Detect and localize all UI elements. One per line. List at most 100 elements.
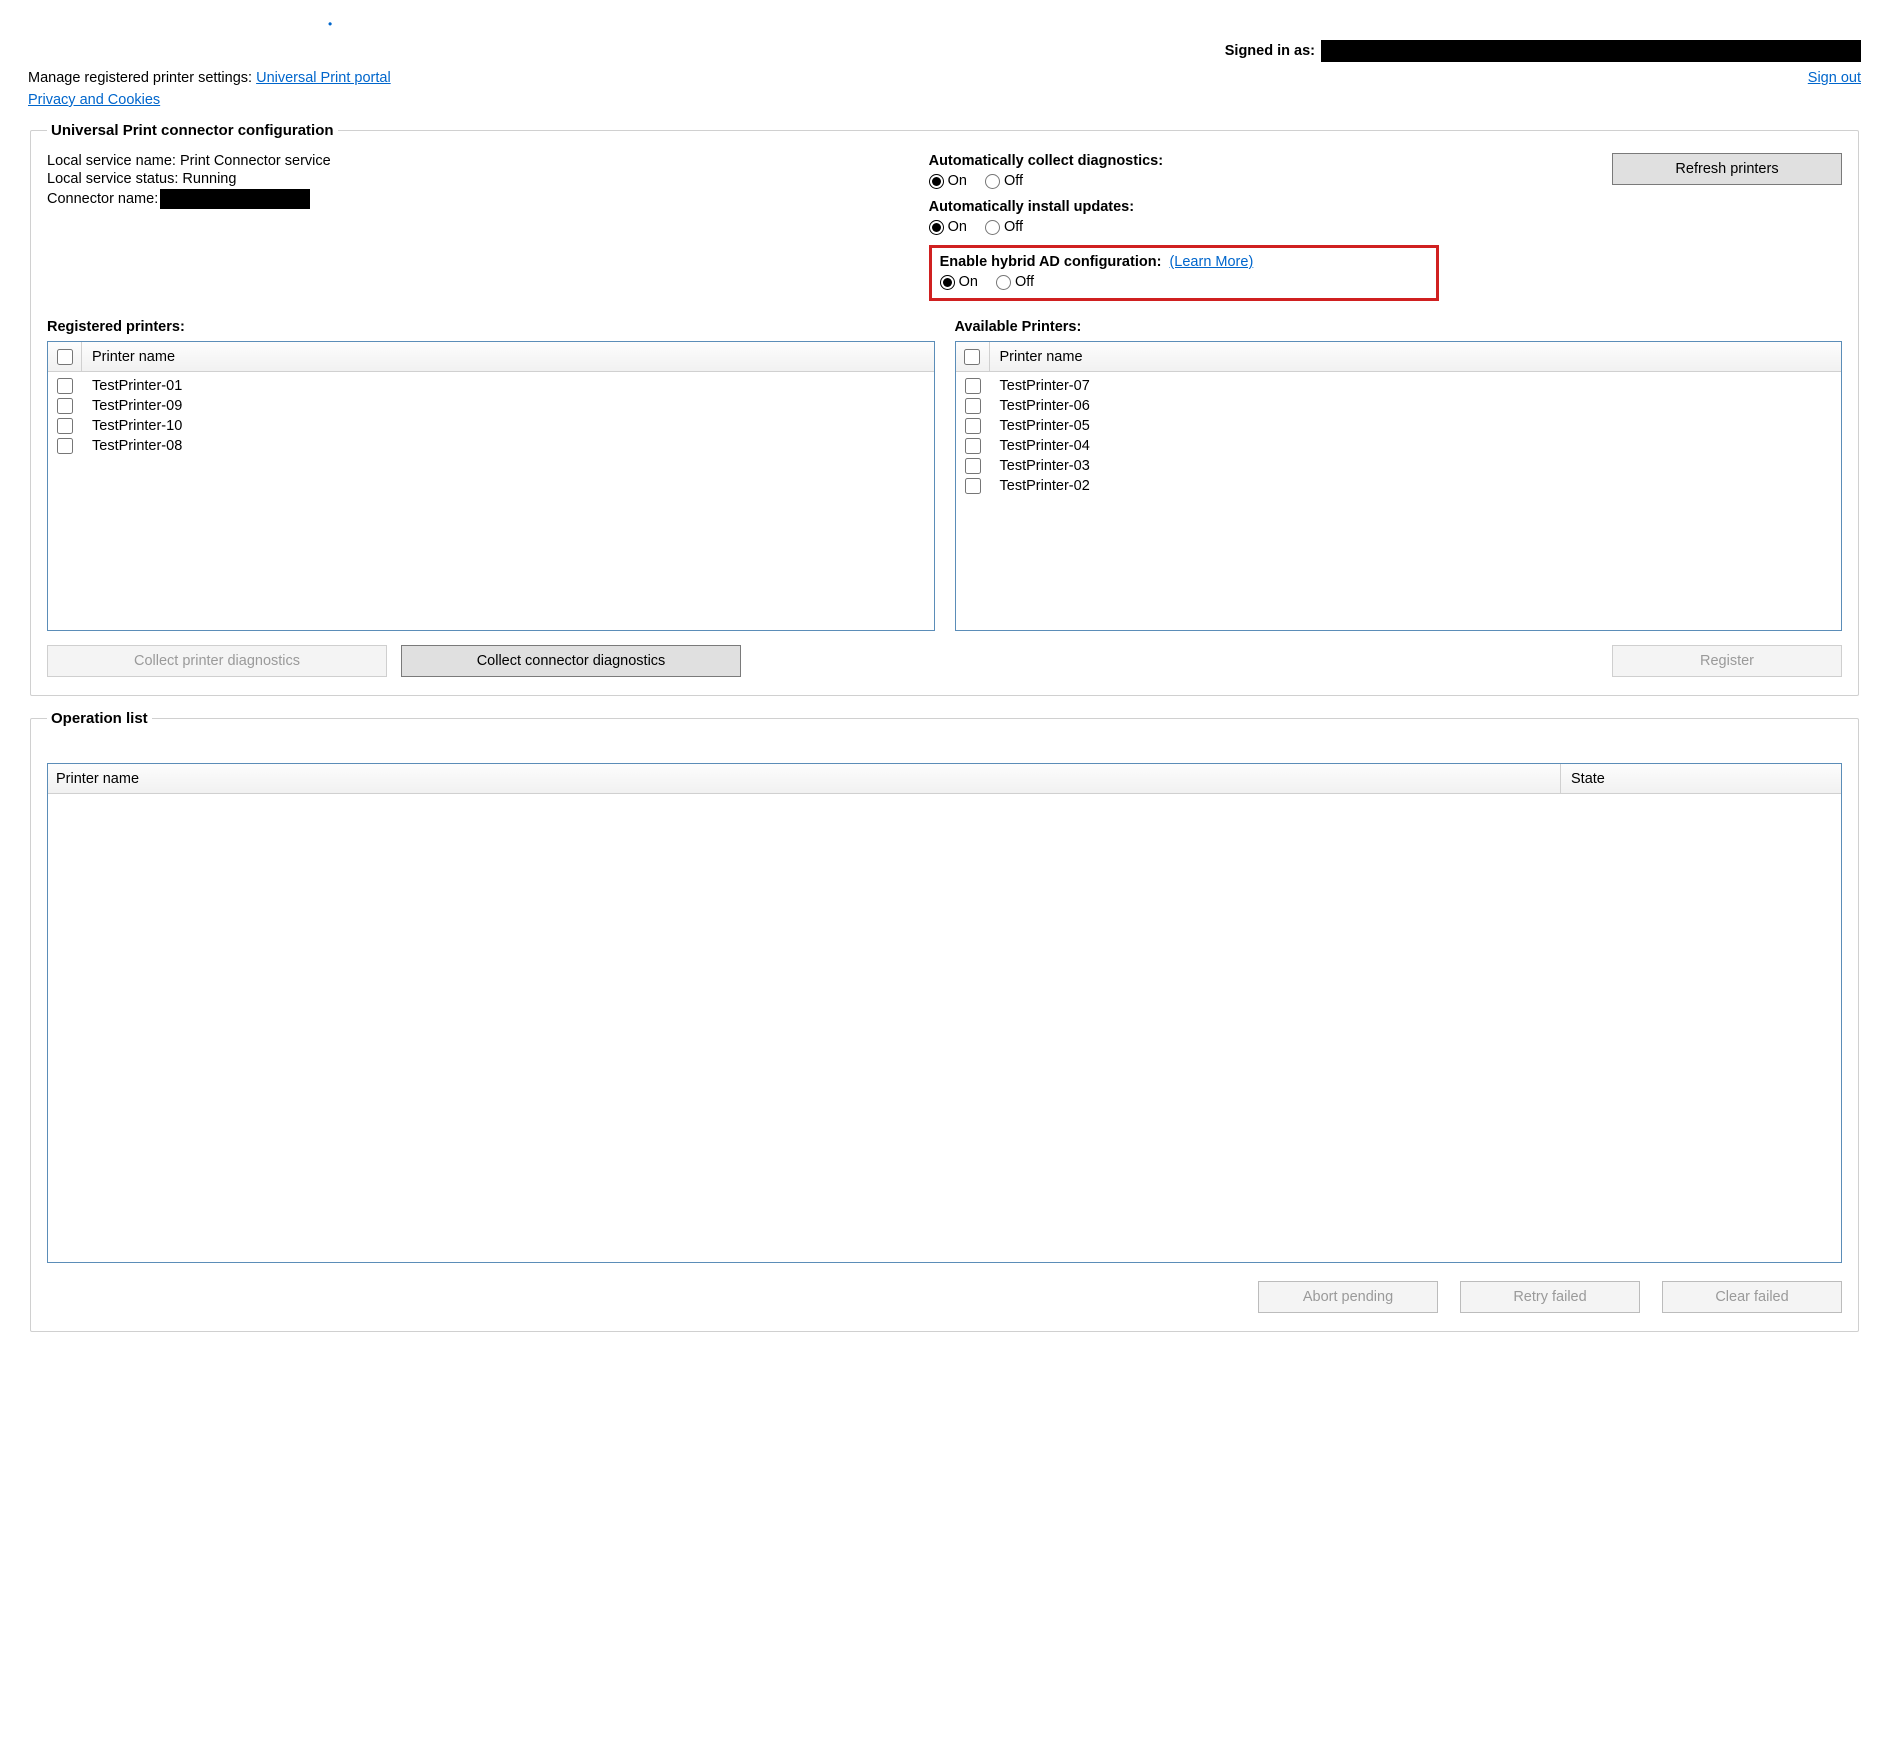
signed-in-user-redacted [1321,40,1861,62]
operation-col-state: State [1561,771,1841,787]
available-printers-column: Available Printers: Printer name TestPri… [955,319,1843,677]
list-item[interactable]: TestPrinter-06 [956,396,1842,416]
hybrid-label: Enable hybrid AD configuration: [940,254,1162,270]
updates-on-option[interactable]: On [929,219,967,235]
retry-failed-button[interactable]: Retry failed [1460,1281,1640,1313]
refresh-printers-button[interactable]: Refresh printers [1612,153,1842,185]
list-item[interactable]: TestPrinter-02 [956,476,1842,496]
available-item-checkbox[interactable] [965,438,981,454]
registered-item-checkbox[interactable] [57,398,73,414]
list-item[interactable]: TestPrinter-03 [956,456,1842,476]
collect-printer-diag-button[interactable]: Collect printer diagnostics [47,645,387,677]
operation-list-header: Printer name State [48,764,1841,794]
setting-diagnostics: Automatically collect diagnostics: On Of… [929,153,1594,189]
available-item-checkbox[interactable] [965,378,981,394]
available-select-all-checkbox[interactable] [964,349,980,365]
hybrid-off-text: Off [1015,274,1034,290]
available-list: Printer name TestPrinter-07 TestPrinter-0… [955,341,1843,631]
list-item[interactable]: TestPrinter-10 [48,416,934,436]
sub-header: Manage registered printer settings: Univ… [28,70,1861,108]
updates-on-text: On [948,219,967,235]
connector-config-fieldset: Universal Print connector configuration … [30,122,1859,696]
list-item[interactable]: TestPrinter-05 [956,416,1842,436]
operation-list-legend: Operation list [47,710,152,727]
registered-item-checkbox[interactable] [57,378,73,394]
hybrid-highlight: Enable hybrid AD configuration: (Learn M… [929,245,1439,301]
hybrid-off-radio[interactable] [996,275,1011,290]
list-item[interactable]: TestPrinter-07 [956,376,1842,396]
local-service-name-label: Local service name: [47,153,180,169]
connector-name-label: Connector name: [47,191,158,207]
clear-failed-button[interactable]: Clear failed [1662,1281,1842,1313]
list-item[interactable]: TestPrinter-08 [48,436,934,456]
available-item-checkbox[interactable] [965,458,981,474]
manage-line: Manage registered printer settings: Univ… [28,70,391,86]
connector-name-redacted [160,189,310,209]
header-row: Signed in as: [28,40,1861,62]
available-item-label: TestPrinter-06 [998,398,1090,414]
available-item-checkbox[interactable] [965,418,981,434]
available-item-checkbox[interactable] [965,478,981,494]
privacy-link[interactable]: Privacy and Cookies [28,92,391,108]
registered-item-checkbox[interactable] [57,438,73,454]
available-heading: Available Printers: [955,319,1843,335]
registered-heading: Registered printers: [47,319,935,335]
available-item-label: TestPrinter-05 [998,418,1090,434]
diag-on-text: On [948,173,967,189]
manage-prefix: Manage registered printer settings: [28,70,256,86]
registered-list: Printer name TestPrinter-01 TestPrinter-0… [47,341,935,631]
list-item[interactable]: TestPrinter-04 [956,436,1842,456]
updates-off-text: Off [1004,219,1023,235]
registered-item-label: TestPrinter-08 [90,438,182,454]
setting-updates: Automatically install updates: On Off [929,199,1594,235]
available-item-checkbox[interactable] [965,398,981,414]
available-column-name: Printer name [990,349,1842,365]
signed-in-label: Signed in as: [1225,43,1315,59]
local-service-name-value: Print Connector service [180,153,331,169]
diag-label: Automatically collect diagnostics: [929,153,1163,169]
updates-off-radio[interactable] [985,220,1000,235]
registered-item-label: TestPrinter-09 [90,398,182,414]
collect-connector-diag-button[interactable]: Collect connector diagnostics [401,645,741,677]
available-item-label: TestPrinter-04 [998,438,1090,454]
hybrid-on-option[interactable]: On [940,274,978,290]
service-info: Local service name: Print Connector serv… [47,153,909,211]
registered-select-all-checkbox[interactable] [57,349,73,365]
registered-printers-column: Registered printers: Printer name TestPr… [47,319,935,677]
list-item[interactable]: TestPrinter-01 [48,376,934,396]
diag-off-radio[interactable] [985,174,1000,189]
register-button[interactable]: Register [1612,645,1842,677]
list-item[interactable]: TestPrinter-09 [48,396,934,416]
hybrid-learn-more-link[interactable]: (Learn More) [1169,254,1253,270]
diag-off-text: Off [1004,173,1023,189]
local-service-status-label: Local service status: [47,171,182,187]
settings-column: Automatically collect diagnostics: On Of… [929,153,1594,301]
operation-list-fieldset: Operation list Printer name State Abort … [30,710,1859,1332]
updates-label: Automatically install updates: [929,199,1134,215]
operation-list: Printer name State [47,763,1842,1263]
portal-link[interactable]: Universal Print portal [256,70,391,86]
diag-off-option[interactable]: Off [985,173,1023,189]
abort-pending-button[interactable]: Abort pending [1258,1281,1438,1313]
decorative-dot: • [28,18,1861,30]
registered-item-checkbox[interactable] [57,418,73,434]
diag-on-radio[interactable] [929,174,944,189]
registered-column-name: Printer name [82,349,934,365]
updates-on-radio[interactable] [929,220,944,235]
diag-on-option[interactable]: On [929,173,967,189]
available-item-label: TestPrinter-07 [998,378,1090,394]
registered-item-label: TestPrinter-10 [90,418,182,434]
updates-off-option[interactable]: Off [985,219,1023,235]
registered-item-label: TestPrinter-01 [90,378,182,394]
sign-out-link[interactable]: Sign out [1808,70,1861,86]
hybrid-off-option[interactable]: Off [996,274,1034,290]
hybrid-on-radio[interactable] [940,275,955,290]
local-service-status-value: Running [182,171,236,187]
hybrid-on-text: On [959,274,978,290]
registered-list-header: Printer name [48,342,934,372]
available-list-header: Printer name [956,342,1842,372]
available-item-label: TestPrinter-02 [998,478,1090,494]
connector-config-legend: Universal Print connector configuration [47,122,338,139]
operation-col-printer: Printer name [48,764,1561,793]
available-item-label: TestPrinter-03 [998,458,1090,474]
